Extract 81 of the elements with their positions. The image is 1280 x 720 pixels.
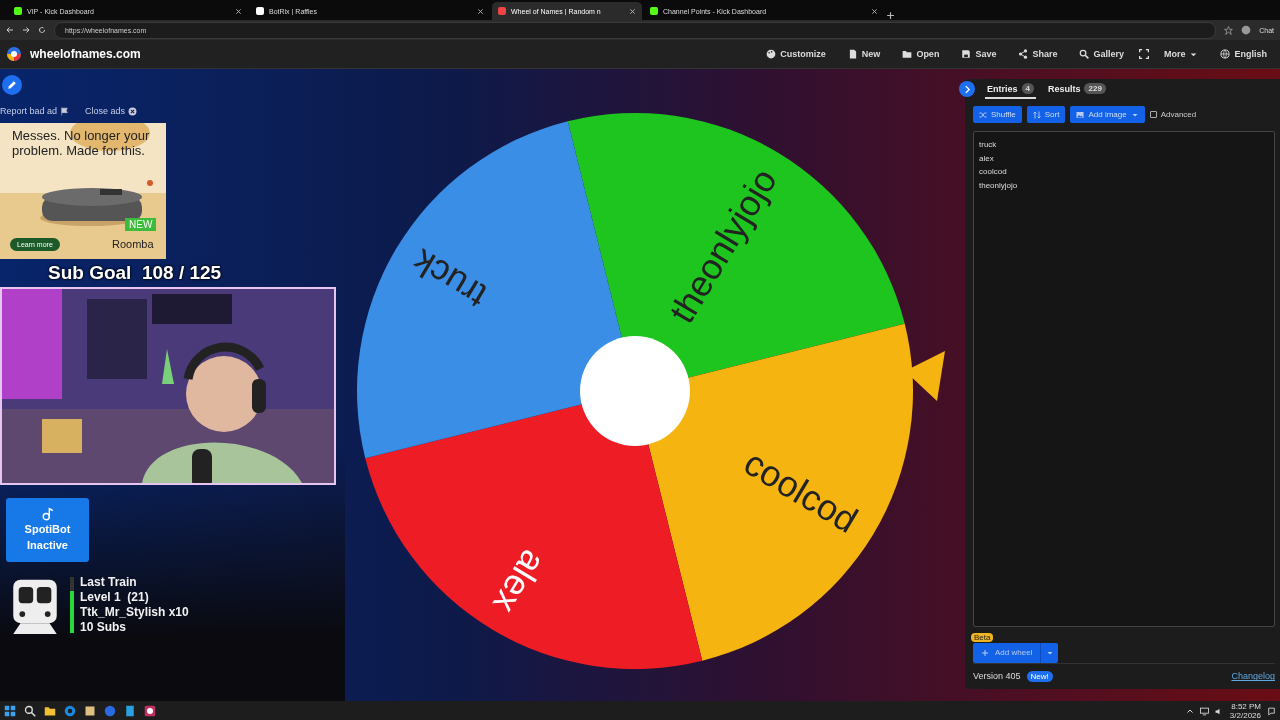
notepad-icon <box>84 705 96 717</box>
clock-time: 8:52 PM <box>1231 702 1261 711</box>
toolbar-button[interactable]: Shuffle <box>973 106 1022 124</box>
edit-button[interactable] <box>2 75 22 95</box>
nav-button[interactable]: Gallery <box>1072 49 1131 59</box>
toolbar-button[interactable]: Sort <box>1026 106 1066 124</box>
nav-button[interactable]: New <box>840 49 888 59</box>
document-icon <box>847 49 858 59</box>
tab-favicon <box>14 7 22 15</box>
advanced-checkbox[interactable]: Advanced <box>1149 110 1197 120</box>
close-icon <box>871 7 878 15</box>
spotibot-button[interactable]: SpotiBot Inactive <box>6 498 89 562</box>
plus-icon <box>981 648 989 657</box>
toolbar-button[interactable]: Add image <box>1070 106 1145 124</box>
profile-icon <box>1241 25 1252 35</box>
chevron-icon <box>962 84 972 94</box>
nav-button[interactable]: Customize <box>759 49 833 59</box>
folder-icon <box>902 49 913 59</box>
tab-favicon <box>256 7 264 15</box>
music-note-icon <box>40 507 55 522</box>
windows-icon <box>4 705 16 717</box>
nav-button[interactable]: Share <box>1011 49 1065 59</box>
browser-icon <box>64 705 76 717</box>
ad-headline: Messes. No longer your problem. Made for this. <box>12 129 151 159</box>
entries-field[interactable]: truck alex coolcod theonlyjojo <box>973 131 1275 627</box>
count-badge: 229 <box>1084 83 1106 95</box>
close-icon <box>477 7 484 15</box>
version-text: Version 405 <box>973 671 1021 682</box>
clock-date: 3/2/2026 <box>1229 711 1261 720</box>
close-icon <box>629 7 636 15</box>
search-icon <box>24 705 36 717</box>
logo-icon <box>6 46 22 62</box>
panel-tab[interactable]: Results 229 <box>1045 80 1108 100</box>
collapse-button[interactable] <box>959 81 975 97</box>
new-label: New! <box>1026 670 1053 682</box>
new-label: NEW <box>125 218 157 231</box>
ad-brand: Roomba <box>112 238 154 250</box>
monitor-icon <box>1199 706 1209 716</box>
reload-icon <box>38 26 46 34</box>
wheel-hub[interactable] <box>580 336 690 446</box>
sub-goal-text: Sub Goal 108 / 125 <box>48 262 223 284</box>
site-title[interactable]: wheelofnames.com <box>30 47 141 61</box>
train-text: Last Train <box>80 575 138 590</box>
flag-icon <box>60 106 70 116</box>
share-icon <box>1018 49 1029 59</box>
fullscreen-icon <box>1138 49 1149 59</box>
nav-button[interactable]: English <box>1213 49 1274 59</box>
star-icon <box>1224 25 1234 35</box>
notification-icon <box>1267 706 1276 716</box>
chevron-up-icon <box>1185 707 1194 715</box>
nav-button[interactable]: More <box>1156 49 1206 59</box>
plus-icon <box>886 11 895 20</box>
train-text: Ttk_Mr_Stylish x10 <box>80 605 189 620</box>
dropdown-button[interactable] <box>1040 642 1059 663</box>
forward-arrow-icon <box>22 26 30 34</box>
train-text: Level 1 (21) <box>80 590 150 605</box>
close-icon <box>235 7 242 15</box>
report-ad-link[interactable]: Report bad ad <box>0 106 70 116</box>
pencil-icon <box>7 80 17 90</box>
nav-button[interactable]: Save <box>954 49 1004 59</box>
tab-favicon <box>650 7 658 15</box>
shuffle-icon <box>979 110 987 119</box>
close-ads-link[interactable]: Close ads <box>85 106 138 116</box>
sort-icon <box>1032 110 1041 119</box>
folder-icon <box>44 705 56 717</box>
palette-icon <box>766 49 777 59</box>
add-wheel-button[interactable]: Add wheel <box>973 642 1041 663</box>
tab-favicon <box>498 7 506 15</box>
train-text: 10 Subs <box>80 620 128 635</box>
nav-button[interactable]: Open <box>895 49 947 59</box>
count-badge: 4 <box>1021 83 1034 95</box>
search-icon <box>1079 49 1090 59</box>
changelog-link[interactable]: Changelog <box>1231 671 1275 682</box>
back-arrow-icon <box>6 26 14 34</box>
close-icon <box>128 106 138 116</box>
panel-tab[interactable]: Entries 4 <box>985 80 1036 100</box>
globe-icon <box>1220 49 1231 59</box>
chat-app-icon <box>144 705 156 717</box>
image-icon <box>1076 110 1085 119</box>
beta-label: Beta <box>971 632 994 642</box>
slice-label: truck <box>405 241 494 317</box>
